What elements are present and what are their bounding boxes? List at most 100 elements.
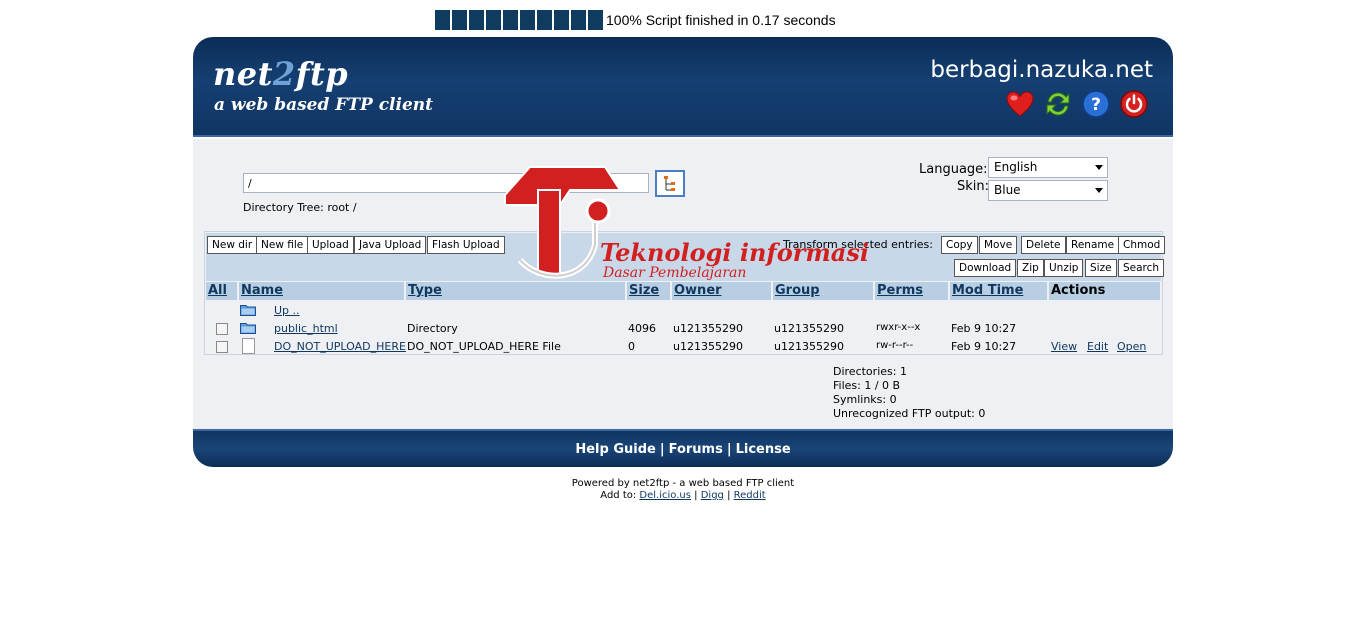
column-group[interactable]: Group — [773, 282, 873, 300]
download-button[interactable]: Download — [954, 259, 1017, 277]
progress-block — [486, 10, 501, 30]
reddit-link[interactable]: Reddit — [734, 490, 766, 501]
row-checkbox[interactable] — [216, 323, 228, 335]
file-type: Directory — [407, 322, 458, 335]
transform-label: Transform selected entries: — [783, 238, 933, 251]
language-value: English — [994, 160, 1038, 174]
file-name-link[interactable]: DO_NOT_UPLOAD_HERE — [274, 340, 406, 353]
column-size[interactable]: Size — [627, 282, 670, 300]
stat-unrecognized: Unrecognized FTP output: 0 — [833, 407, 986, 420]
size-button[interactable]: Size — [1085, 259, 1117, 277]
view-link[interactable]: View — [1051, 340, 1077, 353]
skin-value: Blue — [994, 183, 1021, 197]
progress-block — [452, 10, 467, 30]
new-dir-button[interactable]: New dir — [207, 236, 258, 254]
file-owner: u121355290 — [673, 322, 743, 335]
column-owner[interactable]: Owner — [672, 282, 771, 300]
progress-block — [554, 10, 569, 30]
stat-symlinks: Symlinks: 0 — [833, 393, 897, 406]
table-row: public_html Directory 4096 u121355290 u1… — [205, 319, 1160, 337]
zip-button[interactable]: Zip — [1017, 259, 1044, 277]
delicious-link[interactable]: Del.icio.us — [639, 490, 691, 501]
path-input[interactable] — [243, 173, 649, 193]
file-mod-time: Feb 9 10:27 — [951, 340, 1017, 353]
search-button[interactable]: Search — [1118, 259, 1165, 277]
progress-block — [588, 10, 603, 30]
upload-button[interactable]: Upload — [307, 236, 354, 254]
file-owner: u121355290 — [673, 340, 743, 353]
file-size: 4096 — [628, 322, 656, 335]
progress-text: 100% Script finished in 0.17 seconds — [606, 12, 836, 28]
forums-link[interactable]: Forums — [669, 442, 723, 457]
license-link[interactable]: License — [736, 442, 791, 457]
select-all-link[interactable]: All — [206, 282, 237, 300]
logo-part: 2 — [272, 55, 296, 93]
help-icon[interactable]: ? — [1081, 89, 1111, 119]
logo: net2ftp — [213, 55, 348, 93]
header-icons: ? — [1005, 89, 1149, 119]
column-mod-time[interactable]: Mod Time — [950, 282, 1047, 300]
power-icon[interactable] — [1119, 89, 1149, 119]
column-name[interactable]: Name — [239, 282, 404, 300]
table-row-up[interactable]: Up .. — [205, 301, 1160, 319]
stat-files: Files: 1 / 0 B — [833, 379, 901, 392]
table-row: DO_NOT_UPLOAD_HERE DO_NOT_UPLOAD_HERE Fi… — [205, 337, 1160, 355]
column-actions: Actions — [1049, 282, 1160, 300]
column-perms[interactable]: Perms — [875, 282, 948, 300]
move-button[interactable]: Move — [979, 236, 1018, 254]
up-link[interactable]: Up .. — [274, 304, 300, 317]
toolbar: New dir New file Upload Java Upload Flas… — [206, 233, 1166, 281]
progress-block — [520, 10, 535, 30]
chevron-down-icon — [1095, 165, 1103, 170]
copy-button[interactable]: Copy — [941, 236, 978, 254]
refresh-icon[interactable] — [1043, 89, 1073, 119]
directory-tree-button[interactable] — [655, 170, 685, 197]
folder-icon — [240, 323, 256, 334]
browse-panel: New dir New file Upload Java Upload Flas… — [204, 231, 1166, 355]
powered-by-text: Powered by net2ftp - a web based FTP cli… — [571, 478, 795, 489]
unzip-button[interactable]: Unzip — [1044, 259, 1084, 277]
file-group: u121355290 — [774, 322, 844, 335]
listing-stats: Directories: 1 Files: 1 / 0 B Symlinks: … — [833, 365, 985, 421]
separator: | — [659, 441, 665, 457]
app-container: net2ftp a web based FTP client berbagi.n… — [193, 37, 1173, 467]
file-perms: rw-r--r-- — [876, 340, 914, 351]
row-checkbox[interactable] — [216, 341, 228, 353]
flash-upload-button[interactable]: Flash Upload — [427, 236, 505, 254]
progress-block — [537, 10, 552, 30]
add-to-label: Add to: — [600, 490, 637, 501]
skin-label: Skin: — [957, 179, 990, 194]
delete-button[interactable]: Delete — [1021, 236, 1066, 254]
logo-tagline: a web based FTP client — [214, 95, 433, 115]
digg-link[interactable]: Digg — [701, 490, 724, 501]
open-link[interactable]: Open — [1117, 340, 1146, 353]
file-icon — [242, 338, 255, 354]
header: net2ftp a web based FTP client berbagi.n… — [193, 37, 1173, 137]
progress-blocks — [435, 10, 603, 30]
tree-icon — [664, 175, 675, 191]
progress-block — [571, 10, 586, 30]
stat-directories: Directories: 1 — [833, 365, 907, 378]
main-body: Directory Tree: root / Language: Skin: E… — [193, 139, 1173, 429]
separator: | — [726, 441, 732, 457]
logo-part: ftp — [295, 55, 349, 93]
edit-link[interactable]: Edit — [1087, 340, 1108, 353]
skin-select[interactable]: Blue — [988, 180, 1108, 201]
chmod-button[interactable]: Chmod — [1118, 236, 1166, 254]
column-type[interactable]: Type — [406, 282, 625, 300]
progress-block — [503, 10, 518, 30]
folder-icon — [240, 305, 256, 316]
language-select[interactable]: English — [988, 157, 1108, 178]
language-label: Language: — [919, 162, 988, 177]
logo-part: net — [213, 55, 273, 93]
file-name-link[interactable]: public_html — [274, 322, 338, 335]
separator: | — [727, 490, 731, 501]
heart-icon[interactable] — [1005, 89, 1035, 119]
java-upload-button[interactable]: Java Upload — [354, 236, 427, 254]
rename-button[interactable]: Rename — [1066, 236, 1120, 254]
progress-block — [469, 10, 484, 30]
new-file-button[interactable]: New file — [256, 236, 309, 254]
file-perms: rwxr-x--x — [876, 322, 921, 333]
help-guide-link[interactable]: Help Guide — [575, 442, 656, 457]
add-to-line: Add to: Del.icio.us | Digg | Reddit — [0, 490, 1366, 502]
